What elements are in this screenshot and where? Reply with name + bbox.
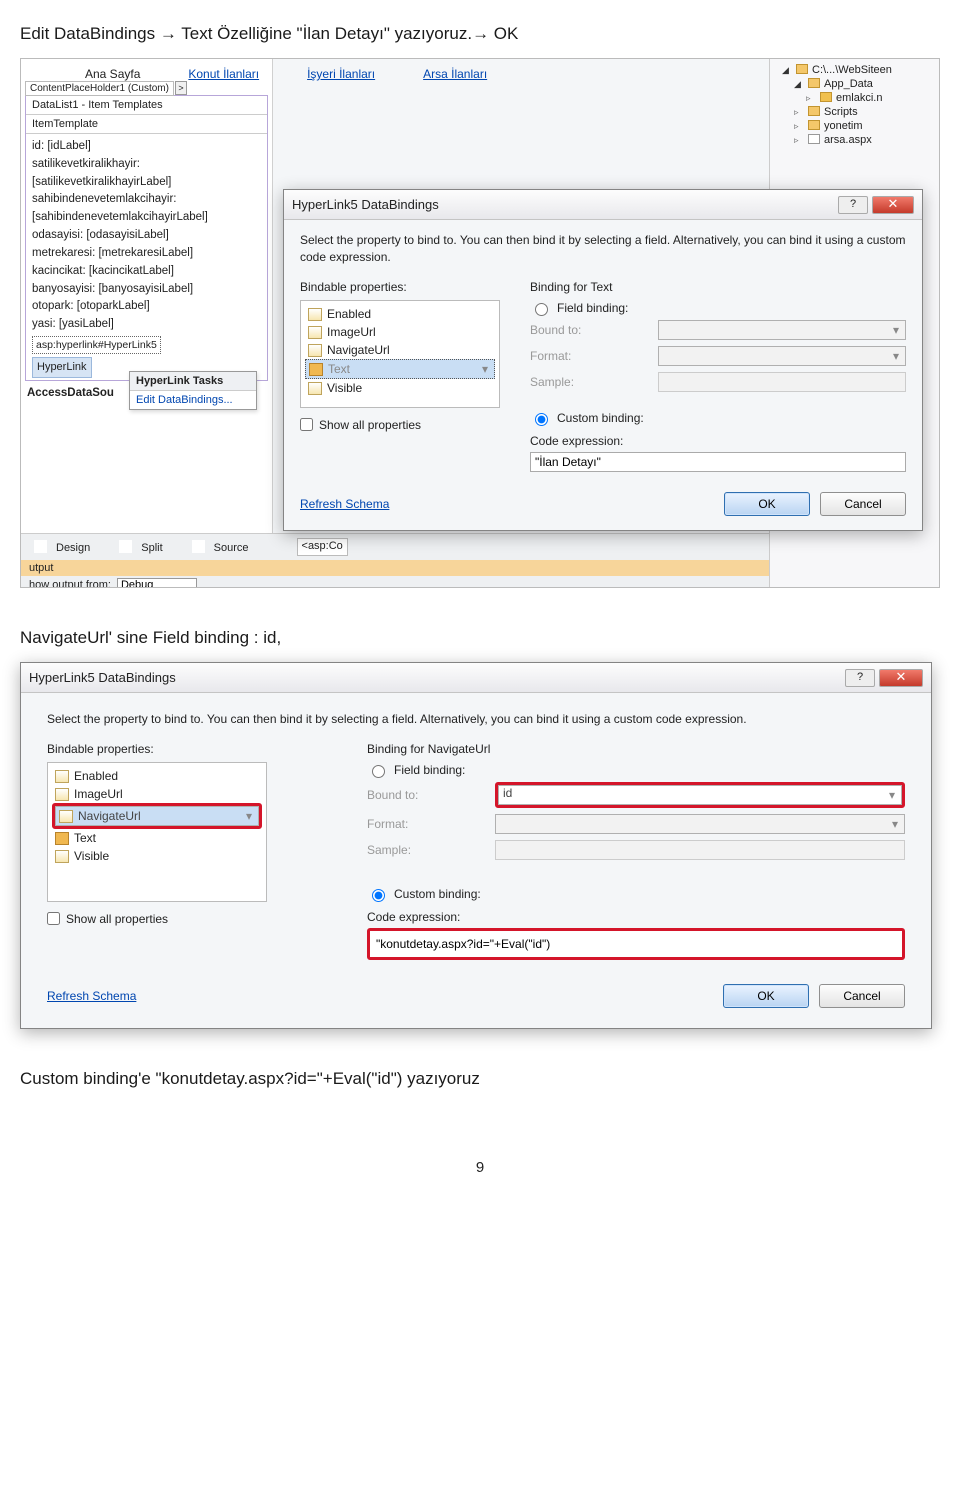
code-expression-input[interactable]	[530, 452, 906, 472]
output-from-select[interactable]	[117, 578, 197, 588]
show-all-properties[interactable]: Show all properties	[47, 912, 267, 926]
datalist-title: DataList1 - Item Templates	[26, 96, 267, 115]
bindable-properties-list[interactable]: Enabled ImageUrl NavigateUrl Text Visibl…	[300, 300, 500, 408]
prop-navigateurl-highlight[interactable]: NavigateUrl	[52, 803, 262, 829]
prop-imageurl[interactable]: ImageUrl	[305, 323, 495, 341]
show-all-properties[interactable]: Show all properties	[300, 418, 500, 432]
format-label: Format:	[530, 349, 650, 363]
cancel-button[interactable]: Cancel	[819, 984, 905, 1008]
field-binding-radio[interactable]	[535, 303, 548, 316]
doc-text-2: NavigateUrl' sine Field binding : id,	[20, 628, 940, 648]
tree-root[interactable]: C:\...\WebSiteen	[782, 63, 935, 77]
hyperlink-tasks-smarttag: HyperLink Tasks Edit DataBindings...	[129, 371, 257, 410]
format-select[interactable]	[495, 814, 905, 834]
dialog2-intro: Select the property to bind to. You can …	[47, 711, 905, 728]
tree-emlakci[interactable]: emlakci.n	[806, 91, 935, 105]
ok-button[interactable]: OK	[723, 984, 809, 1008]
vs-footer: Design Split Source <asp:Co utput how ou…	[21, 533, 769, 587]
edit-databindings-link[interactable]: Edit DataBindings...	[130, 391, 256, 409]
prop-navigateurl[interactable]: NavigateUrl	[305, 341, 495, 359]
designer-panel: Ana Sayfa Konut İlanları İşyeri İlanları…	[21, 59, 273, 587]
binding-for-label: Binding for Text	[530, 280, 906, 294]
screenshot-vs-designer: Ana Sayfa Konut İlanları İşyeri İlanları…	[20, 58, 940, 588]
content-placeholder-badge: ContentPlaceHolder1 (Custom) >	[25, 81, 174, 96]
page-number: 9	[20, 1159, 940, 1176]
datalist-section: ItemTemplate	[26, 115, 267, 134]
boundto-label: Bound to:	[367, 788, 487, 802]
smarttag-title: HyperLink Tasks	[130, 372, 256, 391]
prop-text[interactable]: Text	[52, 829, 262, 847]
code-expression-label: Code expression:	[530, 434, 906, 448]
custom-binding-radio[interactable]	[372, 889, 385, 902]
hyperlink-selected[interactable]: HyperLink	[32, 357, 92, 378]
tree-scripts[interactable]: Scripts	[794, 105, 935, 119]
doc-text-1: Edit DataBindings → Text Özelliğine "İla…	[20, 24, 940, 44]
databindings-dialog-1: HyperLink5 DataBindings ? ✕ Select the p…	[283, 189, 923, 531]
close-button[interactable]: ✕	[879, 669, 923, 687]
format-select[interactable]	[658, 346, 906, 366]
boundto-select[interactable]	[658, 320, 906, 340]
output-tab[interactable]: utput	[21, 560, 769, 576]
ok-button[interactable]: OK	[724, 492, 810, 516]
help-button[interactable]: ?	[838, 196, 868, 214]
tab-home[interactable]: Ana Sayfa	[85, 67, 140, 81]
refresh-schema-link[interactable]: Refresh Schema	[300, 497, 389, 511]
format-label: Format:	[367, 817, 487, 831]
view-source[interactable]: Source	[209, 540, 254, 556]
datalist-body: id: [idLabel] satilikevetkiralikhayir: […	[26, 134, 267, 380]
asp-hyperlink-tag: asp:hyperlink#HyperLink5	[32, 336, 161, 354]
bindable-properties-list[interactable]: Enabled ImageUrl NavigateUrl Text Visibl…	[47, 762, 267, 902]
prop-enabled[interactable]: Enabled	[305, 305, 495, 323]
refresh-schema-link[interactable]: Refresh Schema	[47, 989, 136, 1003]
doc-text-3: Custom binding'e "konutdetay.aspx?id="+E…	[20, 1069, 940, 1089]
tab-arsa[interactable]: Arsa İlanları	[423, 67, 487, 81]
code-expression-input[interactable]	[367, 928, 905, 960]
dialog1-title: HyperLink5 DataBindings	[292, 197, 439, 212]
view-design[interactable]: Design	[51, 540, 95, 556]
binding-for-label: Binding for NavigateUrl	[367, 742, 905, 756]
tree-appdata[interactable]: App_Data	[794, 77, 935, 91]
custom-binding-radio[interactable]	[535, 413, 548, 426]
prop-text-selected[interactable]: Text	[305, 359, 495, 379]
close-button[interactable]: ✕	[872, 196, 914, 214]
databindings-dialog-2: HyperLink5 DataBindings ? ✕ Select the p…	[20, 662, 932, 1029]
bindable-label: Bindable properties:	[47, 742, 267, 756]
tree-yonetim[interactable]: yonetim	[794, 119, 935, 133]
tab-konut[interactable]: Konut İlanları	[188, 67, 259, 81]
sample-field	[495, 840, 905, 860]
tag-crumb[interactable]: <asp:Co	[297, 538, 348, 556]
sample-label: Sample:	[367, 843, 487, 857]
prop-visible[interactable]: Visible	[305, 379, 495, 397]
tree-arsa[interactable]: arsa.aspx	[794, 133, 935, 147]
boundto-select[interactable]: id	[498, 785, 902, 805]
cancel-button[interactable]: Cancel	[820, 492, 906, 516]
sample-field	[658, 372, 906, 392]
boundto-label: Bound to:	[530, 323, 650, 337]
sample-label: Sample:	[530, 375, 650, 389]
tab-isyeri[interactable]: İşyeri İlanları	[307, 67, 375, 81]
prop-visible[interactable]: Visible	[52, 847, 262, 865]
expand-button[interactable]: >	[175, 81, 187, 95]
bindable-label: Bindable properties:	[300, 280, 500, 294]
field-binding-radio[interactable]	[372, 765, 385, 778]
dialog2-title: HyperLink5 DataBindings	[29, 670, 176, 685]
view-split[interactable]: Split	[136, 540, 167, 556]
help-button[interactable]: ?	[845, 669, 875, 687]
code-expression-label: Code expression:	[367, 910, 905, 924]
prop-enabled[interactable]: Enabled	[52, 767, 262, 785]
prop-imageurl[interactable]: ImageUrl	[52, 785, 262, 803]
dialog1-intro: Select the property to bind to. You can …	[300, 232, 906, 266]
output-from-label: how output from:	[29, 579, 111, 588]
